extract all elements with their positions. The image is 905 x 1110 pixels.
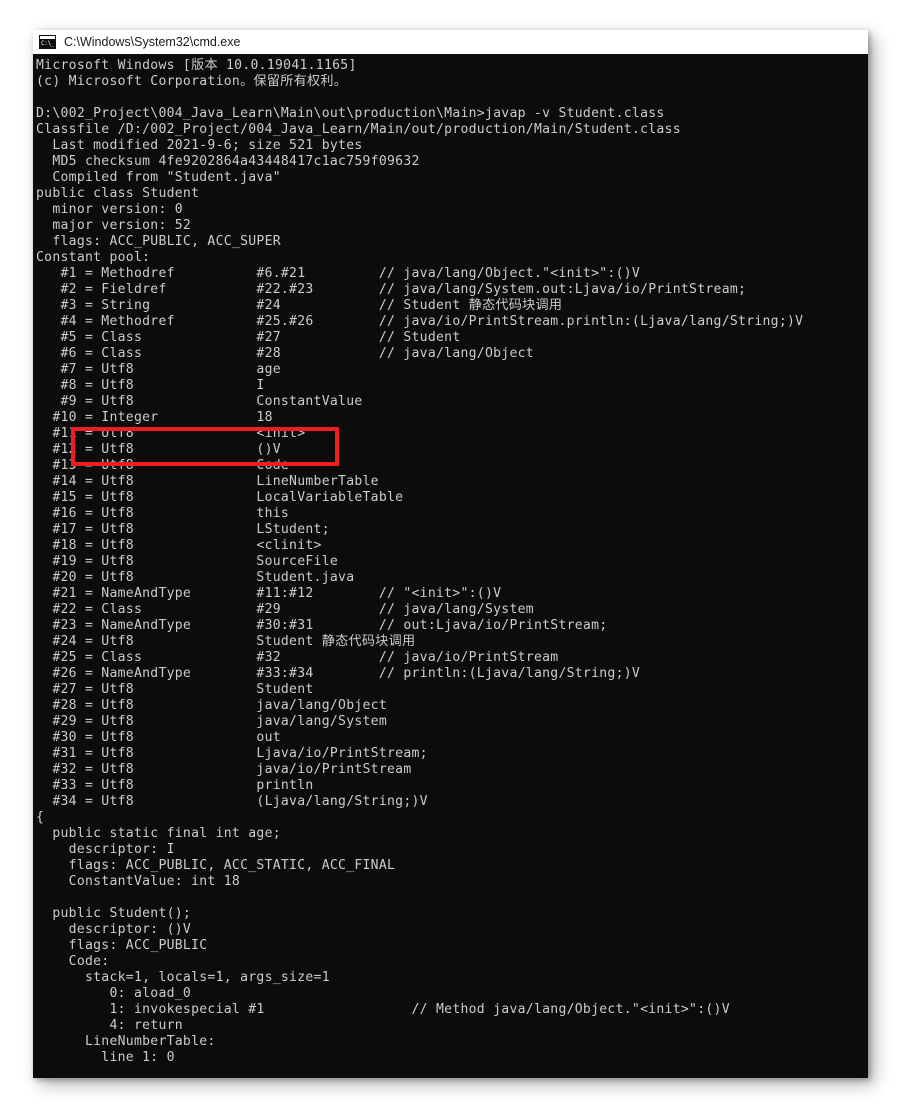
cmd-console-window[interactable]: C:\_ C:\Windows\System32\cmd.exe Microso… xyxy=(33,30,868,1078)
console-output-area[interactable]: Microsoft Windows [版本 10.0.19041.1165] (… xyxy=(33,54,868,1078)
console-text: Microsoft Windows [版本 10.0.19041.1165] (… xyxy=(36,58,804,1065)
window-title: C:\Windows\System32\cmd.exe xyxy=(64,35,241,49)
cmd-icon-prompt-glyph: C:\_ xyxy=(41,40,54,47)
cmd-console-icon: C:\_ xyxy=(39,35,56,49)
title-bar[interactable]: C:\_ C:\Windows\System32\cmd.exe xyxy=(33,30,868,54)
